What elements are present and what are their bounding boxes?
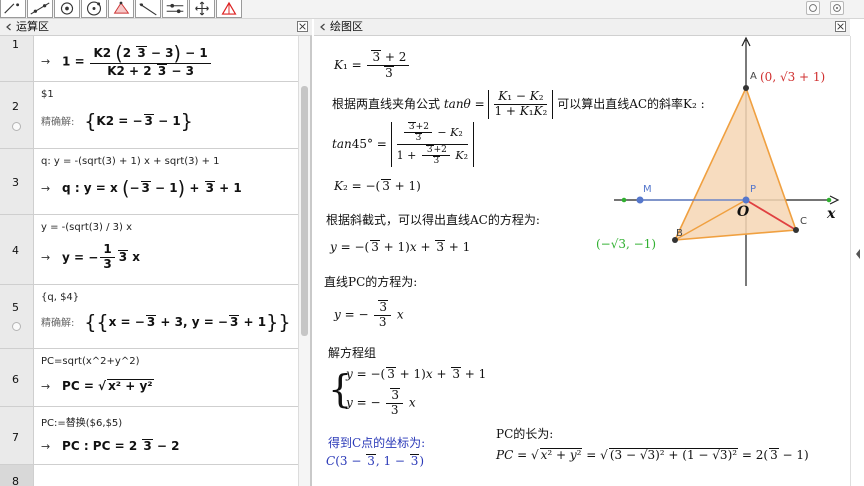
cas-output-3: → q : y = x (− 3 − 1) + 3 + 1: [41, 177, 242, 200]
cas-output-7: → PC : PC = 2 3 − 2: [41, 439, 180, 453]
circle-icon: [86, 1, 102, 16]
expand-arrow-icon[interactable]: [855, 248, 861, 260]
note-c-coord-label: 得到C点的坐标为:: [328, 436, 426, 450]
circle-tool[interactable]: [81, 0, 107, 18]
cas-panel-header: 运算区: [0, 19, 312, 36]
label-a-coord: (0, √3 + 1): [760, 70, 825, 84]
cas-scrollbar[interactable]: [298, 36, 310, 486]
cas-scrollbar-thumb[interactable]: [301, 86, 308, 336]
settings-button[interactable]: [830, 1, 844, 15]
note-c-coord: C(3 − 3, 1 − 3): [326, 454, 425, 468]
triangle-icon: [221, 1, 237, 15]
cas-row-7[interactable]: 7 PC:=替换($6,$5) → PC : PC = 2 3 − 2: [0, 407, 310, 465]
help-button[interactable]: [806, 1, 820, 15]
point-p[interactable]: [742, 196, 750, 204]
x-axis-label: x: [826, 206, 836, 222]
label-origin: O: [737, 204, 750, 220]
cas-row-3[interactable]: 3 q: y = -(sqrt(3) + 1) x + sqrt(3) + 1 …: [0, 149, 310, 215]
cas-input-8[interactable]: [41, 471, 291, 486]
right-edge-bar: [850, 36, 864, 486]
note-slope-intercept: 根据斜截式，可以得出直线AC的方程为:: [326, 213, 540, 227]
row-number: 2: [0, 82, 34, 148]
label-p: P: [750, 184, 756, 195]
cas-panel: 1 → 1 = K2 (2 3 − 3) − 1 K2 + 2 3 − 3 2 …: [0, 36, 312, 486]
cas-input-2[interactable]: $1: [41, 89, 54, 100]
line-tool[interactable]: [135, 0, 161, 18]
cas-input-5[interactable]: {q, $4}: [41, 292, 79, 303]
cas-row-2[interactable]: 2 $1 精确解: {K2 = −3 − 1}: [0, 82, 310, 149]
cas-row-8[interactable]: 8: [0, 465, 310, 486]
slider-icon: [166, 3, 184, 14]
label-b: B: [676, 228, 683, 239]
close-icon: [299, 23, 306, 30]
line-through-points-icon: [30, 2, 50, 15]
label-c: C: [800, 216, 807, 227]
cas-row-1[interactable]: 1 → 1 = K2 (2 3 − 3) − 1 K2 + 2 3 − 3: [0, 36, 310, 82]
line-icon: [139, 3, 157, 16]
point-right-marker[interactable]: [826, 197, 832, 203]
note-pc-equation: y = − 33 x: [334, 300, 404, 329]
label-m: M: [643, 184, 652, 195]
note-k2: K₂ = −(3 + 1): [334, 179, 421, 193]
point-left-marker[interactable]: [621, 197, 627, 203]
point-on-object-tool[interactable]: [54, 0, 80, 18]
point-a[interactable]: [743, 85, 749, 91]
row-number: 4: [0, 215, 34, 284]
note-ac-equation: y = −(3 + 1)x + 3 + 1: [330, 240, 471, 254]
cas-panel-title: 运算区: [16, 20, 49, 33]
cas-row-6[interactable]: 6 PC=sqrt(x^2+y^2) → PC = √ x² + y²: [0, 349, 310, 407]
collapse-arrow-icon[interactable]: [5, 23, 13, 31]
graphics-panel-header: 绘图区: [314, 19, 850, 36]
question-icon: [809, 4, 817, 12]
point-icon: [60, 2, 74, 15]
row-number: 1: [0, 36, 34, 81]
label-b-coord: (−√3, −1): [596, 237, 656, 251]
graphics-panel[interactable]: A (0, √3 + 1) B (−√3, −1) C P M O x K₁ =…: [314, 36, 850, 486]
note-pc-length-label: PC的长为:: [496, 427, 554, 441]
polygon-icon: [113, 1, 130, 14]
toolbar: [0, 0, 864, 19]
row-radio[interactable]: [12, 122, 21, 131]
row-radio[interactable]: [12, 322, 21, 331]
label-a: A: [750, 71, 757, 82]
graphics-panel-title: 绘图区: [330, 20, 363, 33]
row-number: 8: [0, 465, 34, 486]
cas-input-4[interactable]: y = -(sqrt(3) / 3) x: [41, 222, 132, 233]
note-tan45: tan45° = 3+2 3 − K₂ 1 + 3+2 3 K₂: [332, 122, 475, 167]
point-tool[interactable]: [27, 0, 53, 18]
cas-panel-close-button[interactable]: [297, 21, 308, 32]
triangle-tool[interactable]: [216, 0, 242, 18]
cas-input-7[interactable]: PC:=替换($6,$5): [41, 414, 122, 429]
cas-output-1: → 1 = K2 (2 3 − 3) − 1 K2 + 2 3 − 3: [41, 44, 213, 79]
move-tool-icon: [4, 3, 20, 14]
cas-input-6[interactable]: PC=sqrt(x^2+y^2): [41, 356, 139, 367]
row-number: 3: [0, 149, 34, 214]
settings-icon: [833, 4, 841, 12]
move-graphics-icon: [195, 1, 209, 16]
cas-row-5[interactable]: 5 {q, $4} 精确解: {{x = −3 + 3, y = −3 + 1}…: [0, 285, 310, 349]
collapse-arrow-icon[interactable]: [319, 23, 327, 31]
cas-output-2: 精确解: {K2 = −3 − 1}: [41, 110, 193, 133]
note-angle-formula: 根据两直线夹角公式 tanθ = K₁ − K₂ 1 + K₁K₂ 可以算出直线A…: [332, 89, 705, 119]
note-solve-heading: 解方程组: [328, 346, 377, 360]
cas-input-3[interactable]: q: y = -(sqrt(3) + 1) x + sqrt(3) + 1: [41, 156, 220, 167]
move-tool[interactable]: [0, 0, 26, 18]
cas-row-4[interactable]: 4 y = -(sqrt(3) / 3) x → y = −1 3 3 x: [0, 215, 310, 285]
graphics-panel-close-button[interactable]: [835, 21, 846, 32]
point-m[interactable]: [636, 196, 644, 204]
row-number: 7: [0, 407, 34, 464]
cas-output-6: → PC = √ x² + y²: [41, 379, 154, 393]
polygon-tool[interactable]: [108, 0, 134, 18]
cas-output-5: 精确解: {{x = −3 + 3, y = −3 + 1}}: [41, 311, 291, 334]
point-c[interactable]: [793, 227, 799, 233]
note-pc-length: PC = √ x² + y² = √ (3 − √3)² + (1 − √3)² =…: [496, 448, 809, 462]
row-number: 6: [0, 349, 34, 406]
move-graphics-tool[interactable]: [189, 0, 215, 18]
cas-output-4: → y = −1 3 3 x: [41, 242, 140, 271]
note-pc-heading: 直线PC的方程为:: [324, 275, 418, 289]
close-icon: [837, 23, 844, 30]
slider-tool[interactable]: [162, 0, 188, 18]
row-number: 5: [0, 285, 34, 348]
note-k1: K₁ = 3 + 23: [334, 50, 411, 81]
